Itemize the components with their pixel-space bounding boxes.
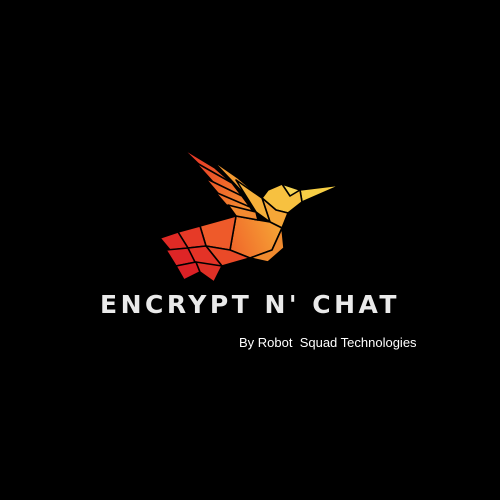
hummingbird-icon [159,147,342,283]
splash-screen: ENCRYPT N' CHAT By Robot Squad Technolog… [0,0,500,500]
app-subtitle: By Robot Squad Technologies [239,335,417,350]
app-title: ENCRYPT N' CHAT [100,290,400,319]
